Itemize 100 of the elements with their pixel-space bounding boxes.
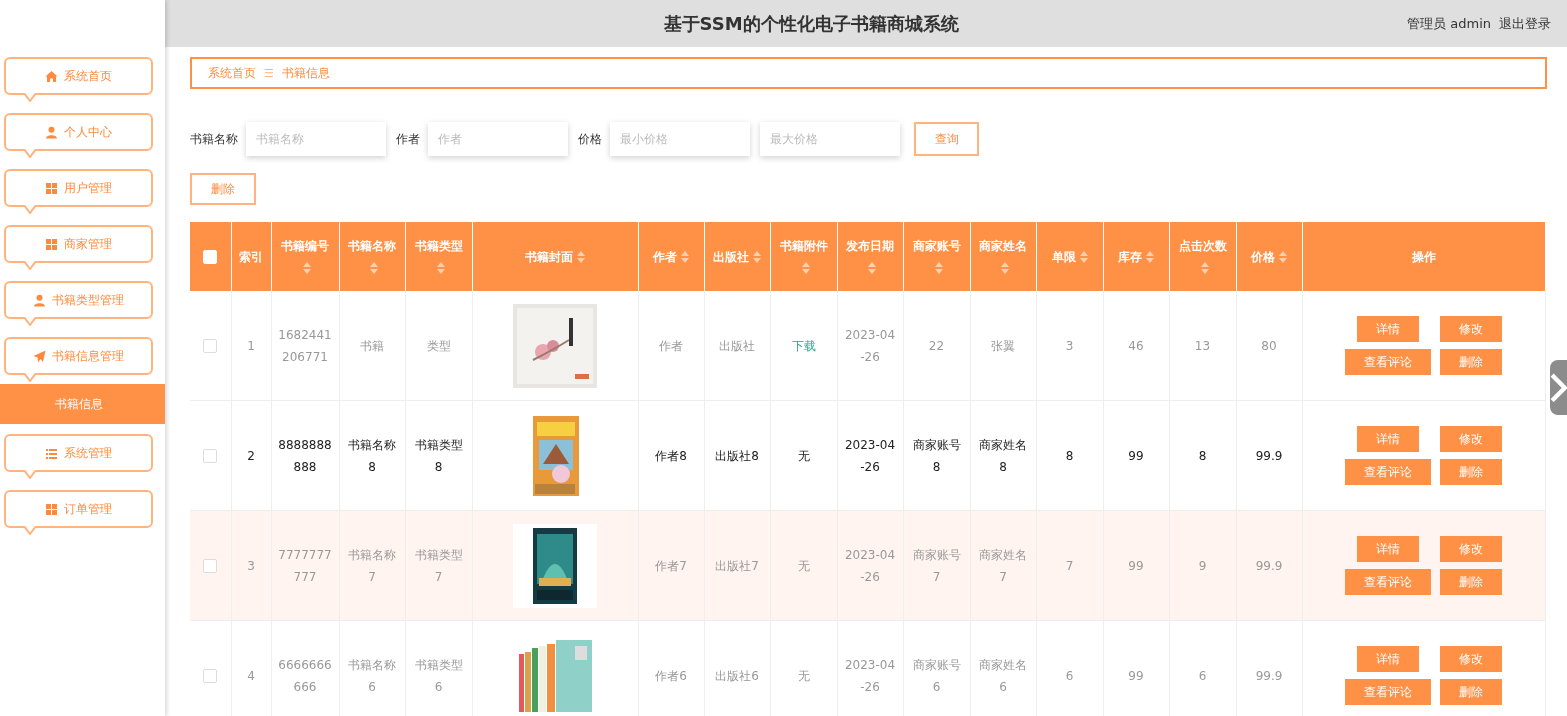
column-header[interactable]: 发布日期 — [837, 222, 903, 291]
field-label: 价格 — [578, 130, 602, 148]
cell-text: 99.9 — [1255, 668, 1283, 683]
cell-text: 商家账号6 — [912, 657, 961, 694]
delete-button[interactable]: 删除 — [1440, 569, 1502, 595]
menu-item[interactable]: 书籍信息管理 — [4, 337, 153, 375]
details-button[interactable]: 详情 — [1357, 646, 1419, 672]
cell-text: 出版社8 — [715, 448, 759, 463]
column-header[interactable]: 价格 — [1236, 222, 1302, 291]
column-header[interactable]: 作者 — [638, 222, 704, 291]
column-header[interactable]: 出版社 — [704, 222, 770, 291]
cell-text: 13 — [1194, 338, 1211, 353]
cell-text: 商家姓名8 — [979, 437, 1027, 474]
edit-button[interactable]: 修改 — [1440, 536, 1502, 562]
column-header[interactable]: 商家账号 — [903, 222, 970, 291]
edit-button[interactable]: 修改 — [1440, 316, 1502, 342]
speech-bubble-tail — [24, 205, 36, 214]
column-header[interactable]: 书籍编号 — [271, 222, 339, 291]
view-comments-button[interactable]: 查看评论 — [1345, 569, 1431, 595]
view-comments-button[interactable]: 查看评论 — [1345, 349, 1431, 375]
search-button[interactable]: 查询 — [914, 122, 979, 156]
cell-text: 商家账号8 — [912, 437, 961, 474]
details-button[interactable]: 详情 — [1357, 426, 1419, 452]
edit-button[interactable]: 修改 — [1440, 646, 1502, 672]
speech-bubble-tail — [24, 470, 36, 479]
cell-text: 书籍类型6 — [414, 657, 463, 694]
search-field[interactable]: 最小价格 — [610, 122, 750, 156]
user-icon — [45, 125, 58, 139]
cell-text: 作者8 — [655, 448, 687, 463]
column-header[interactable]: 书籍名称 — [339, 222, 405, 291]
details-button[interactable]: 详情 — [1357, 536, 1419, 562]
column-header[interactable]: 点击次数 — [1169, 222, 1236, 291]
menu-item[interactable]: 订单管理 — [4, 490, 153, 528]
sort-icon — [753, 251, 761, 263]
cell-text: 出版社6 — [715, 668, 759, 683]
column-header[interactable]: 书籍附件 — [770, 222, 837, 291]
menu-item[interactable]: 商家管理 — [4, 225, 153, 263]
user-icon — [33, 293, 46, 307]
column-header[interactable]: 单限 — [1036, 222, 1103, 291]
delete-button[interactable]: 删除 — [1440, 459, 1502, 485]
download-link[interactable]: 下载 — [791, 338, 816, 353]
row-checkbox[interactable] — [203, 449, 218, 463]
cell-text: 类型 — [426, 338, 451, 353]
menu-item[interactable]: 个人中心 — [4, 113, 153, 151]
column-header[interactable]: 库存 — [1103, 222, 1169, 291]
cell-text: 7 — [1065, 558, 1074, 573]
sort-icon — [1200, 262, 1209, 274]
cell-text: 商家姓名6 — [979, 657, 1027, 694]
column-header[interactable]: 书籍类型 — [405, 222, 472, 291]
search-field[interactable]: 作者 — [428, 122, 568, 156]
list-icon — [45, 446, 58, 460]
row-checkbox[interactable] — [203, 339, 218, 353]
row-checkbox[interactable] — [203, 669, 218, 683]
side-handle[interactable] — [1550, 360, 1567, 415]
user-label: 管理员 admin — [1407, 14, 1491, 33]
view-comments-button[interactable]: 查看评论 — [1345, 679, 1431, 705]
cell-text: 99 — [1128, 668, 1144, 683]
cell-text: 6 — [1065, 668, 1074, 683]
details-button[interactable]: 详情 — [1357, 316, 1419, 342]
cell-text: 80 — [1261, 338, 1277, 353]
field-label: 书籍名称 — [190, 130, 238, 148]
column-header[interactable]: 操作 — [1302, 222, 1545, 291]
cell-text: 书籍类型8 — [414, 437, 463, 474]
cell-text: 9 — [1198, 558, 1207, 573]
cell-text: 无 — [797, 448, 810, 463]
cell-text: 2023-04-26 — [844, 437, 896, 474]
cell-text: 2023-04-26 — [844, 327, 896, 364]
edit-button[interactable]: 修改 — [1440, 426, 1502, 452]
speech-bubble-tail — [24, 93, 36, 102]
delete-button[interactable]: 删除 — [1440, 679, 1502, 705]
cell-text: 99 — [1128, 558, 1144, 573]
cell-text: 8 — [1065, 448, 1074, 463]
menu-item[interactable]: 系统管理 — [4, 434, 153, 472]
cell-text: 书籍名称7 — [348, 547, 396, 584]
cell-text: 作者7 — [655, 558, 687, 573]
column-header[interactable]: 书籍封面 — [472, 222, 638, 291]
paper-plane-icon — [33, 349, 46, 363]
column-header[interactable]: 商家姓名 — [970, 222, 1036, 291]
select-all-checkbox[interactable] — [203, 250, 218, 264]
delete-button[interactable]: 删除 — [190, 173, 256, 205]
breadcrumb-link[interactable]: 系统首页 — [208, 64, 256, 82]
search-field[interactable]: 最大价格 — [760, 122, 900, 156]
cell-text: 2023-04-26 — [844, 657, 896, 694]
delete-button[interactable]: 删除 — [1440, 349, 1502, 375]
view-comments-button[interactable]: 查看评论 — [1345, 459, 1431, 485]
submenu-item[interactable]: 书籍信息 — [0, 384, 165, 424]
search-field[interactable]: 书籍名称 — [246, 122, 386, 156]
menu-item[interactable]: 书籍类型管理 — [4, 281, 153, 319]
logout-link[interactable]: 退出登录 — [1499, 14, 1551, 33]
sort-icon — [370, 262, 378, 274]
cell-text: 7777777777 — [278, 547, 332, 584]
cell-text: 作者 — [659, 338, 683, 353]
menu-item[interactable]: 系统首页 — [4, 57, 153, 95]
sort-icon — [868, 262, 876, 274]
row-checkbox[interactable] — [203, 559, 218, 573]
column-header[interactable]: 索引 — [231, 222, 271, 291]
speech-bubble-tail — [24, 526, 36, 535]
menu-item[interactable]: 用户管理 — [4, 169, 153, 207]
cell-text: 出版社 — [719, 338, 755, 353]
speech-bubble-tail — [24, 317, 36, 326]
